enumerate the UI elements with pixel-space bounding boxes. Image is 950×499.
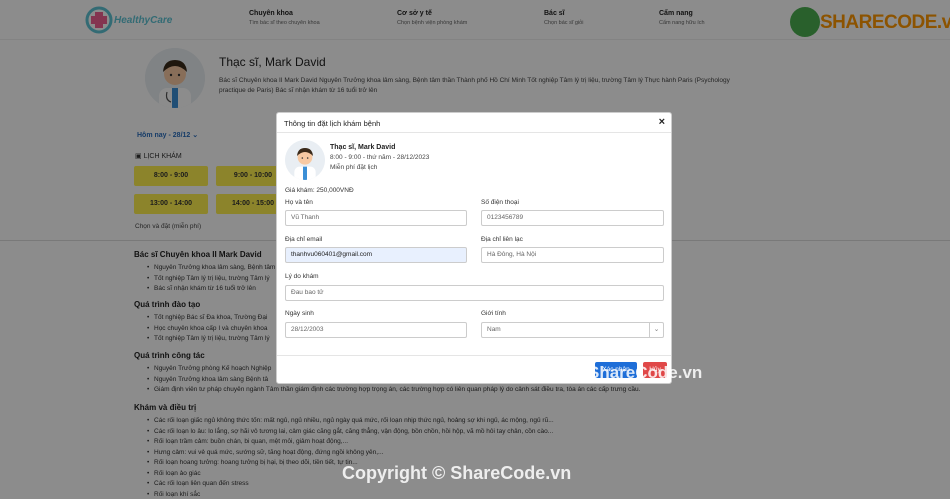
modal-doctor-name: Thạc sĩ, Mark David <box>330 144 396 151</box>
phone-field[interactable]: 0123456789 <box>481 210 664 226</box>
modal-doctor-avatar <box>285 140 325 180</box>
close-icon[interactable]: × <box>659 116 665 128</box>
fullname-label: Họ và tên <box>285 199 313 206</box>
reason-label: Lý do khám <box>285 273 319 280</box>
modal-footer-divider <box>277 355 671 356</box>
gender-label: Giới tính <box>481 310 506 317</box>
modal-title: Thông tin đặt lịch khám bệnh <box>284 119 381 128</box>
reason-field[interactable]: Đau bao tử <box>285 285 664 301</box>
gender-select[interactable]: Nam ⌄ <box>481 322 664 338</box>
birthday-label: Ngày sinh <box>285 310 314 317</box>
watermark-center: ShareCode.vn <box>588 363 703 382</box>
gender-select-value: Nam <box>487 326 501 333</box>
birthday-field[interactable]: 28/12/2003 <box>285 322 467 338</box>
doctor-avatar-icon <box>285 140 325 180</box>
email-field[interactable]: thanhvu060401@gmail.com <box>285 247 467 263</box>
booking-modal: Thông tin đặt lịch khám bệnh × Thạc sĩ, … <box>276 112 672 384</box>
modal-price: Giá khám: 250,000VNĐ <box>285 187 354 194</box>
modal-header: Thông tin đặt lịch khám bệnh × <box>277 113 671 133</box>
address-field[interactable]: Hà Đông, Hà Nội <box>481 247 664 263</box>
fullname-field[interactable]: Vũ Thanh <box>285 210 467 226</box>
modal-free-booking: Miễn phí đặt lịch <box>330 164 378 171</box>
watermark-bottom: Copyright © ShareCode.vn <box>342 463 572 483</box>
phone-label: Số điện thoại <box>481 199 519 206</box>
modal-appointment-time: 8:00 - 9:00 - thứ năm - 28/12/2023 <box>330 154 430 161</box>
email-label: Địa chỉ email <box>285 236 323 243</box>
chevron-down-icon: ⌄ <box>649 323 663 337</box>
address-label: Địa chỉ liên lạc <box>481 236 523 243</box>
page: HealthyCare Chuyên khoa Tìm bác sĩ theo … <box>0 0 950 499</box>
